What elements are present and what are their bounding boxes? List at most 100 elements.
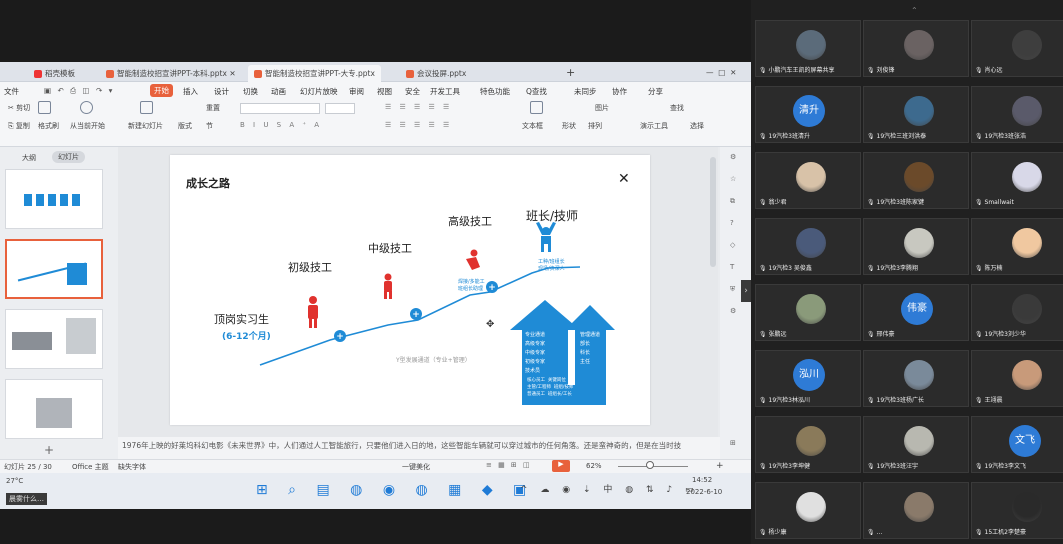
- participant-tile[interactable]: 🎙 19汽检3 吴俊鑫: [755, 218, 861, 275]
- reset-button[interactable]: 重置: [206, 103, 220, 113]
- menu-features[interactable]: 特色功能: [480, 86, 510, 97]
- copy-pane-icon[interactable]: ⧉: [730, 197, 735, 206]
- tab-meeting[interactable]: 会议投屏.pptx: [400, 65, 472, 82]
- find-button[interactable]: 查找: [670, 103, 684, 113]
- participant-tile[interactable]: 🎙 19汽检3班张浩: [971, 86, 1063, 143]
- menu-find[interactable]: Q查找: [526, 86, 547, 97]
- from-start-button[interactable]: 从当前开始: [70, 121, 105, 131]
- quick-access-icons[interactable]: ▣ ↶ ⎙ ◫ ↷ ▾: [44, 86, 114, 96]
- outline-tab[interactable]: 大纲: [22, 153, 36, 163]
- participant-tile[interactable]: 🎙 张鹏远: [755, 284, 861, 341]
- menu-developer[interactable]: 开发工具: [430, 86, 460, 97]
- font-size-select[interactable]: [325, 103, 355, 114]
- view-mode-buttons[interactable]: ≡ ▦ ⊞ ◫: [486, 461, 532, 469]
- play-icon[interactable]: [80, 101, 93, 114]
- slide-thumbnail[interactable]: [5, 309, 103, 369]
- participant-tile[interactable]: 🎙 刘俊锋: [863, 20, 969, 77]
- clock-date[interactable]: 2022-6-10: [686, 488, 722, 496]
- cut-button[interactable]: ✂ 剪切: [8, 103, 30, 113]
- participant-tile[interactable]: 🎙 19汽检3李坤健: [755, 416, 861, 473]
- vertical-scrollbar[interactable]: [710, 157, 716, 267]
- menu-insert[interactable]: 插入: [183, 86, 198, 97]
- shape-button[interactable]: 形状: [562, 121, 576, 131]
- participant-tile[interactable]: 伟豪 🎙 邢伟豪: [863, 284, 969, 341]
- tab-ppt-undergrad[interactable]: 智能制造校招宣讲PPT-本科.pptx ✕: [100, 65, 242, 82]
- textbox-button[interactable]: 文本框: [522, 121, 543, 131]
- beautify-button[interactable]: 一键美化: [402, 462, 430, 472]
- menu-security[interactable]: 安全: [405, 86, 420, 97]
- participant-tile[interactable]: 🎙 15工机2李楚豪: [971, 482, 1063, 539]
- zoom-in-button[interactable]: +: [716, 461, 724, 471]
- paragraph-buttons[interactable]: ☰ ☰ ☰ ☰ ☰: [385, 103, 452, 111]
- participant-tile[interactable]: 🎙 19汽检三班刘洪泰: [863, 86, 969, 143]
- participant-tile[interactable]: 🎙 Smallwait: [971, 152, 1063, 209]
- participant-tile[interactable]: 🎙 杨少康: [755, 482, 861, 539]
- collab-button[interactable]: 协作: [612, 86, 627, 97]
- paste-button[interactable]: [38, 101, 51, 114]
- menu-home[interactable]: 开始: [150, 84, 173, 97]
- textbox-icon[interactable]: [530, 101, 543, 114]
- menu-design[interactable]: 设计: [214, 86, 229, 97]
- menu-review[interactable]: 审阅: [349, 86, 364, 97]
- section-button[interactable]: 节: [206, 121, 213, 131]
- menu-file[interactable]: 文件: [4, 86, 19, 97]
- present-tools-button[interactable]: 演示工具: [640, 121, 668, 131]
- tab-ppt-college[interactable]: 智能制造校招宣讲PPT-大专.pptx: [248, 65, 381, 82]
- weather-temp[interactable]: 27°C: [6, 477, 23, 485]
- select-button[interactable]: 选择: [690, 121, 704, 131]
- new-tab-button[interactable]: +: [560, 63, 581, 80]
- new-slide-icon[interactable]: [140, 101, 153, 114]
- participant-tile[interactable]: 清升 🎙 19汽检3班清升: [755, 86, 861, 143]
- taskbar-app-icons[interactable]: ⊞ ⌕ ▤ ◍ ◉ ◍ ▦ ◆ ▣: [256, 482, 534, 498]
- play-slideshow-button[interactable]: ▶: [552, 460, 570, 472]
- window-controls[interactable]: — □ ✕: [700, 65, 742, 82]
- participant-tile[interactable]: 🎙 19汽检3刘少华: [971, 284, 1063, 341]
- slide-thumbnail[interactable]: [5, 379, 103, 439]
- menu-view[interactable]: 视图: [377, 86, 392, 97]
- menu-transition[interactable]: 切换: [243, 86, 258, 97]
- menu-animation[interactable]: 动画: [271, 86, 286, 97]
- image-button[interactable]: 图片: [595, 103, 609, 113]
- clock-time[interactable]: 14:52: [692, 476, 712, 484]
- shield-icon[interactable]: ⛨: [730, 285, 735, 294]
- format-painter-button[interactable]: 格式刷: [38, 121, 59, 131]
- participant-tile[interactable]: 🎙 19汽检3班汪宇: [863, 416, 969, 473]
- participant-tile[interactable]: 🎙 小鹏汽车王凯的屏幕共享: [755, 20, 861, 77]
- slide-canvas[interactable]: + + + 成长之路 ✕ 顶岗实习生 (6-12个月) 初级技工 中级技工 高级…: [170, 155, 650, 425]
- settings-icon[interactable]: ⚙: [730, 307, 736, 315]
- star-icon[interactable]: ☆: [730, 175, 736, 183]
- participant-tile[interactable]: 文飞 🎙 19汽检3李文飞: [971, 416, 1063, 473]
- share-button[interactable]: 分享: [648, 86, 663, 97]
- font-style-buttons[interactable]: B I U S A ⁺ A: [240, 121, 322, 129]
- participant-tile[interactable]: 🎙 王翊晨: [971, 350, 1063, 407]
- tab-template[interactable]: 稻壳模板: [28, 65, 81, 82]
- text-pane-icon[interactable]: T: [730, 263, 734, 271]
- slide-thumbnail[interactable]: [5, 169, 103, 229]
- missing-font-button[interactable]: 缺失字体: [118, 462, 146, 472]
- expand-panel-button[interactable]: ›: [741, 280, 751, 302]
- speaker-notes[interactable]: 1976年上映的好莱坞科幻电影《未来世界》中，人们通过人工智能旅行，只要他们进入…: [118, 437, 720, 459]
- participant-tile[interactable]: 🎙 19汽检3班陈家键: [863, 152, 969, 209]
- new-slide-button[interactable]: 新建幻灯片: [128, 121, 163, 131]
- collapse-chevron-icon[interactable]: ⌃: [911, 6, 918, 15]
- weather-text[interactable]: 晨雾什么…: [6, 493, 47, 505]
- arrange-button[interactable]: 排列: [588, 121, 602, 131]
- style-pane-icon[interactable]: ⚙: [730, 153, 736, 161]
- slides-tab[interactable]: 幻灯片: [52, 151, 85, 163]
- help-icon[interactable]: ?: [730, 219, 734, 227]
- participant-tile[interactable]: 🎙 19汽检3李腾翔: [863, 218, 969, 275]
- sync-status[interactable]: 未同步: [574, 86, 597, 97]
- copy-button[interactable]: ⎘ 复制: [8, 121, 30, 131]
- shape-pane-icon[interactable]: ◇: [730, 241, 735, 249]
- system-tray-icons[interactable]: ^ ☁ ◉ ⇣ 中 ◍ ⇅ ♪ ▭: [520, 482, 698, 495]
- font-select[interactable]: [240, 103, 320, 114]
- layout-button[interactable]: 版式: [178, 121, 192, 131]
- add-slide-button[interactable]: +: [44, 443, 54, 457]
- menu-slideshow[interactable]: 幻灯片放映: [300, 86, 338, 97]
- participant-tile[interactable]: 泓川 🎙 19汽检3林泓川: [755, 350, 861, 407]
- participant-tile[interactable]: 🎙 陈万楠: [971, 218, 1063, 275]
- grid-view-icon[interactable]: ⊞: [730, 439, 736, 447]
- participant-tile[interactable]: 🎙 19汽检3班杨广长: [863, 350, 969, 407]
- participant-tile[interactable]: 🎙 翁少君: [755, 152, 861, 209]
- slide-thumbnail-selected[interactable]: [5, 239, 103, 299]
